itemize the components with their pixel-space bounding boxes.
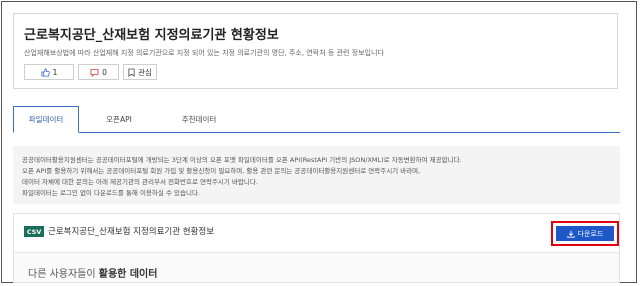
download-label: 다운로드 [577,229,604,238]
info-line: 공공데이터활용지원센터는 공공데이터포털에 개방되는 3단계 이상의 오픈 포맷… [22,156,462,164]
page-title: 근로복지공단_산재보험 지정의료기관 현황정보 [24,28,279,43]
file-data-section: CSV 근로복지공단_산재보험 지정의료기관 현황정보 다운로드 다른 사용자들… [13,213,620,283]
download-button[interactable]: 다운로드 [556,226,614,241]
download-icon [566,230,575,238]
related-data-emphasis: 활용한 데이터 [98,269,158,280]
dataset-header: 근로복지공단_산재보험 지정의료기관 현황정보 산업재해보상법에 따라 산업재해… [13,13,618,89]
speech-bubble-icon [90,68,99,77]
interest-button[interactable]: 관심 [123,64,157,80]
page-frame: 근로복지공단_산재보험 지정의료기관 현황정보 산업재해보상법에 따라 산업재해… [1,1,637,283]
tab-recommended-data[interactable]: 추천데이터 [159,106,239,132]
file-name: 근로복지공단_산재보험 지정의료기관 현황정보 [48,227,215,237]
comment-button[interactable]: 0 [78,64,119,80]
like-count: 1 [52,67,58,77]
info-notice: 공공데이터활용지원센터는 공공데이터포털에 개방되는 3단계 이상의 오픈 포맷… [13,146,620,204]
info-line: 오픈 API를 활용하기 위해서는 공공데이터포털 회원 가입 및 활용신청이 … [22,167,421,175]
related-data-prefix: 다른 사용자들이 [28,269,99,280]
like-button[interactable]: 1 [24,64,74,80]
thumbs-up-icon [41,67,50,77]
tab-file-data[interactable]: 파일데이터 [13,106,79,133]
data-type-tabs: 파일데이터 오픈API 추천데이터 [13,106,620,133]
dataset-description: 산업재해보상법에 따라 산업재해 지정 의료기관으로 지정 되어 있는 지정 의… [24,49,384,57]
info-line: 파일데이터는 로그인 없이 다운로드를 통해 이용하실 수 있습니다. [22,189,200,197]
download-highlight: 다운로드 [551,221,619,246]
interest-label: 관심 [138,67,152,77]
comment-count: 0 [102,67,107,77]
file-row: CSV 근로복지공단_산재보험 지정의료기관 현황정보 다운로드 [14,214,619,253]
tab-open-api[interactable]: 오픈API [79,106,159,132]
file-format-badge: CSV [24,226,44,237]
info-line: 데이터 자체에 대한 문의는 아래 제공기관의 관리부서 전화번호로 연락주시기… [22,178,258,186]
bookmark-icon [128,68,135,77]
related-data-heading: 다른 사용자들이 활용한 데이터 [28,265,157,280]
